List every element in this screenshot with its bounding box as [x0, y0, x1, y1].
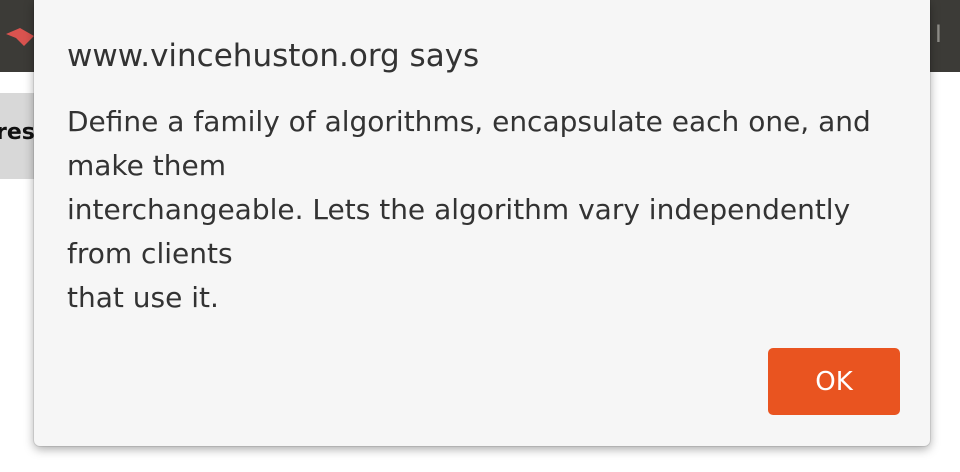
dialog-message: Define a family of algorithms, encapsula…: [67, 100, 897, 320]
dialog-message-line: interchangeable. Lets the algorithm vary…: [67, 193, 851, 226]
ubuntu-red-logo-icon: [6, 28, 34, 46]
dialog-message-line: from clients: [67, 237, 233, 270]
page-button-label: res: [0, 120, 35, 145]
toolbar-edge-glyph: I: [934, 20, 942, 48]
dialog-message-line: make them: [67, 149, 227, 182]
dialog-title: www.vincehuston.org says: [67, 38, 480, 74]
dialog-message-line: Define a family of algorithms, encapsula…: [67, 105, 871, 138]
ok-button[interactable]: OK: [768, 348, 900, 415]
dialog-message-line: that use it.: [67, 281, 219, 314]
alert-dialog: www.vincehuston.org says Define a family…: [34, 0, 930, 446]
